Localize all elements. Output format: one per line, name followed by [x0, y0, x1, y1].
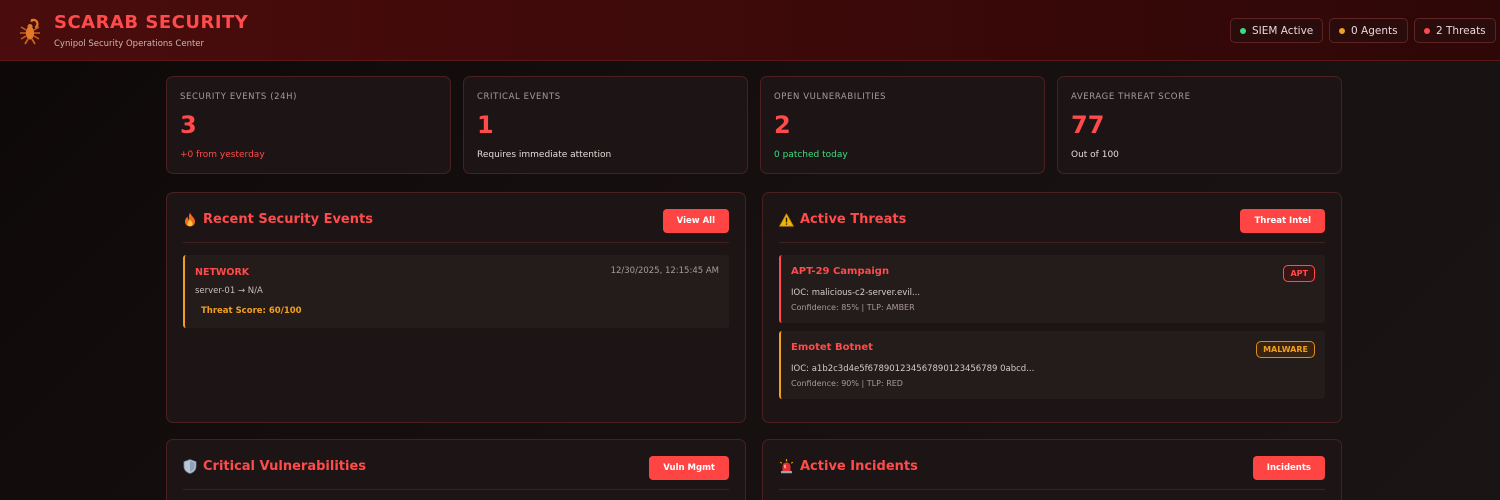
- threat-type-badge: APT: [1283, 265, 1315, 282]
- threats-status-badge[interactable]: 2 Threats: [1414, 18, 1496, 43]
- stat-note: Requires immediate attention: [477, 150, 612, 160]
- panel-title-text: Active Threats: [800, 212, 907, 227]
- event-threat-score: Threat Score: 60/100: [201, 306, 302, 316]
- threat-ioc: IOC: a1b2c3d4e5f678901234567890123456789…: [791, 364, 1035, 374]
- threats-status-label: 2 Threats: [1436, 24, 1486, 37]
- panel-header: Critical Vulnerabilities Vuln Mgmt: [183, 440, 729, 490]
- stat-label: CRITICAL EVENTS: [477, 92, 561, 102]
- panel-header: Active Incidents Incidents: [779, 440, 1325, 490]
- agents-status-badge[interactable]: 0 Agents: [1329, 18, 1408, 43]
- panel-title-text: Recent Security Events: [203, 212, 373, 227]
- siem-status-label: SIEM Active: [1252, 24, 1314, 37]
- stat-card-critical-events: CRITICAL EVENTS 1 Requires immediate att…: [463, 76, 748, 174]
- event-list-item[interactable]: NETWORK 12/30/2025, 12:15:45 AM server-0…: [183, 255, 729, 328]
- panel-title: Active Threats: [779, 212, 906, 227]
- stat-value: 77: [1071, 111, 1105, 139]
- stat-note: Out of 100: [1071, 150, 1119, 160]
- stat-value: 3: [180, 111, 197, 139]
- app-header: SCARAB SECURITY Cynipol Security Operati…: [0, 0, 1500, 61]
- panel-title-text: Critical Vulnerabilities: [203, 459, 367, 474]
- panel-title: Recent Security Events: [183, 212, 373, 227]
- stat-note: 0 patched today: [774, 150, 848, 160]
- active-threats-panel: Active Threats Threat Intel APT-29 Campa…: [762, 192, 1342, 423]
- active-incidents-panel: Active Incidents Incidents: [762, 439, 1342, 500]
- threat-name: Emotet Botnet: [791, 342, 873, 353]
- view-all-button[interactable]: View All: [662, 209, 729, 233]
- event-timestamp: 12/30/2025, 12:15:45 AM: [610, 266, 719, 276]
- incidents-button[interactable]: Incidents: [1252, 456, 1325, 480]
- threat-meta: Confidence: 90% | TLP: RED: [791, 379, 903, 388]
- panel-title-text: Active Incidents: [800, 459, 918, 474]
- threat-intel-button[interactable]: Threat Intel: [1240, 209, 1325, 233]
- fire-icon: [183, 212, 197, 227]
- stat-label: AVERAGE THREAT SCORE: [1071, 92, 1191, 102]
- stat-value: 2: [774, 111, 791, 139]
- panel-header: Active Threats Threat Intel: [779, 193, 1325, 243]
- threat-name: APT-29 Campaign: [791, 266, 890, 277]
- status-dot-icon: [1339, 27, 1345, 34]
- stat-card-average-threat-score: AVERAGE THREAT SCORE 77 Out of 100: [1057, 76, 1342, 174]
- status-dot-icon: [1240, 27, 1246, 34]
- recent-events-panel: Recent Security Events View All NETWORK …: [166, 192, 746, 423]
- scorpion-icon: [20, 18, 40, 45]
- stat-note: +0 from yesterday: [180, 150, 265, 160]
- event-route: server-01 → N/A: [195, 286, 263, 296]
- shield-icon: [183, 459, 197, 474]
- siem-status-badge[interactable]: SIEM Active: [1230, 18, 1324, 43]
- threat-ioc: IOC: malicious-c2-server.evil...: [791, 288, 921, 298]
- panel-title: Critical Vulnerabilities: [183, 459, 366, 474]
- threat-list-item[interactable]: APT-29 Campaign APT IOC: malicious-c2-se…: [779, 255, 1325, 323]
- stat-card-security-events: SECURITY EVENTS (24H) 3 +0 from yesterda…: [166, 76, 451, 174]
- warning-icon: [779, 212, 794, 227]
- status-dot-icon: [1424, 27, 1430, 34]
- threat-meta: Confidence: 85% | TLP: AMBER: [791, 303, 915, 312]
- stat-value: 1: [477, 111, 494, 139]
- critical-vulnerabilities-panel: Critical Vulnerabilities Vuln Mgmt: [166, 439, 746, 500]
- panel-header: Recent Security Events View All: [183, 193, 729, 243]
- threat-type-badge: MALWARE: [1256, 341, 1315, 358]
- stat-label: SECURITY EVENTS (24H): [180, 92, 298, 102]
- vuln-mgmt-button[interactable]: Vuln Mgmt: [649, 456, 729, 480]
- threat-list-item[interactable]: Emotet Botnet MALWARE IOC: a1b2c3d4e5f67…: [779, 331, 1325, 399]
- app-title: SCARAB SECURITY: [54, 12, 249, 33]
- siren-icon: [779, 459, 794, 474]
- agents-status-label: 0 Agents: [1351, 24, 1398, 37]
- panel-title: Active Incidents: [779, 459, 918, 474]
- app-subtitle: Cynipol Security Operations Center: [54, 39, 205, 49]
- event-type: NETWORK: [195, 267, 250, 278]
- stat-card-open-vulnerabilities: OPEN VULNERABILITIES 2 0 patched today: [760, 76, 1045, 174]
- stat-label: OPEN VULNERABILITIES: [774, 92, 887, 102]
